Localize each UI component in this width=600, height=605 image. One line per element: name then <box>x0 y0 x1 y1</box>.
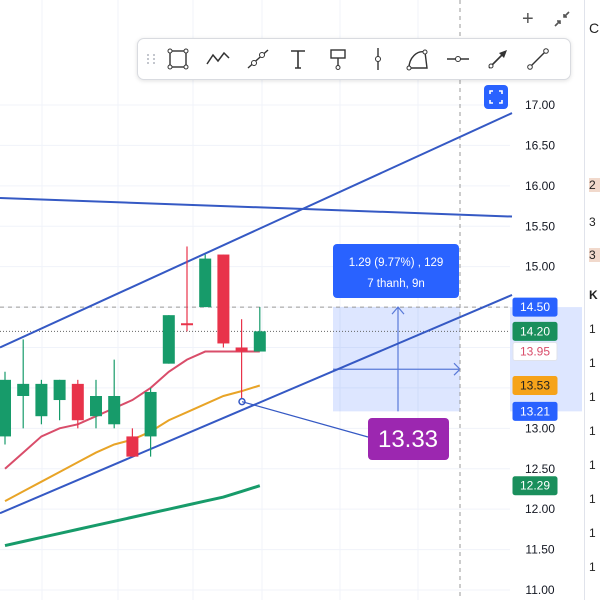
y-axis-tick-label: 17.00 <box>525 98 555 112</box>
y-axis-tick-label: 15.50 <box>525 219 555 233</box>
candle-body <box>108 396 121 425</box>
vertical-line-tool-icon[interactable] <box>358 42 398 76</box>
path-tool-icon[interactable] <box>198 42 238 76</box>
plus-icon[interactable]: + <box>522 8 534 31</box>
rectangle-tool-icon[interactable] <box>158 42 198 76</box>
y-axis-tick-label: 11.00 <box>525 583 554 597</box>
trend-line-tool-icon[interactable] <box>518 42 558 76</box>
ray-tool-icon[interactable] <box>238 42 278 76</box>
right-panel-item: 1 <box>589 322 596 336</box>
right-panel-item: 3 <box>589 248 600 262</box>
candle-body <box>144 391 157 437</box>
measure-tooltip-line-1: 1.29 (9.77%) , 129 <box>349 257 444 269</box>
y-axis-tick-label: 12.00 <box>525 502 555 516</box>
y-axis-tick-label: 11.50 <box>525 543 554 557</box>
y-axis-tick-label: 12.50 <box>525 462 555 476</box>
price-label-text: 14.20 <box>520 324 550 338</box>
callout-label-text: 13.33 <box>378 426 438 453</box>
text-tool-icon[interactable] <box>278 42 318 76</box>
right-panel-item: K <box>589 288 598 302</box>
y-axis-tick-label: 13.00 <box>525 421 555 435</box>
brush-tool-icon[interactable] <box>398 42 438 76</box>
right-panel-item: 1 <box>589 560 596 574</box>
right-panel-item: C <box>589 20 600 36</box>
right-panel-item: 1 <box>589 526 596 540</box>
y-axis-tick-label: 16.50 <box>525 138 555 152</box>
y-axis-tick-label: 15.00 <box>525 260 555 274</box>
drawing-toolbar <box>137 38 571 80</box>
candle-body <box>253 331 266 352</box>
right-panel-item: 1 <box>589 424 596 438</box>
y-axis-tick-label: 16.00 <box>525 179 555 193</box>
horizontal-ray-tool-icon[interactable] <box>438 42 478 76</box>
candle-body <box>35 383 48 417</box>
measure-tooltip-line-2: 7 thanh, 9n <box>367 278 425 290</box>
right-panel-item: 3 <box>589 215 596 229</box>
collapse-arrows-icon[interactable] <box>553 10 571 34</box>
chart-area[interactable]: 17.0016.5016.0015.5015.0014.5014.0013.50… <box>0 0 600 600</box>
price-label-text: 12.29 <box>520 479 550 493</box>
right-panel-item: 1 <box>589 492 596 506</box>
candle-body <box>217 254 230 344</box>
right-panel-item: 1 <box>589 458 596 472</box>
measure-box <box>333 307 460 412</box>
price-label-text: 13.95 <box>520 345 550 359</box>
price-label-text: 13.21 <box>520 404 550 418</box>
candle-body <box>90 396 102 417</box>
fullscreen-button <box>484 85 508 109</box>
price-label-text: 14.50 <box>520 300 550 314</box>
right-panel-item: 1 <box>589 356 596 370</box>
right-panel-item: 2 <box>589 178 600 192</box>
candle-body <box>53 379 66 401</box>
right-panel-item: 1 <box>589 390 596 404</box>
candle-body <box>235 347 248 352</box>
horizontal-resistance-line <box>0 196 513 218</box>
price-chart[interactable]: 17.0016.5016.0015.5015.0014.5014.0013.50… <box>0 0 600 600</box>
candle-body <box>17 383 30 396</box>
drag-handle-icon[interactable] <box>144 49 158 69</box>
candle-body <box>0 379 11 437</box>
flag-marker-tool-icon[interactable] <box>318 42 358 76</box>
arrow-tool-icon[interactable] <box>478 42 518 76</box>
price-label-text: 13.53 <box>520 378 550 392</box>
candle-body <box>181 323 193 326</box>
candle-body <box>199 258 212 308</box>
right-side-panel: C 2 3 3 K 1 1 1 1 1 1 1 1 <box>584 0 600 600</box>
candle-body <box>71 383 84 421</box>
candle-body <box>126 436 139 457</box>
candle-body <box>162 315 175 364</box>
